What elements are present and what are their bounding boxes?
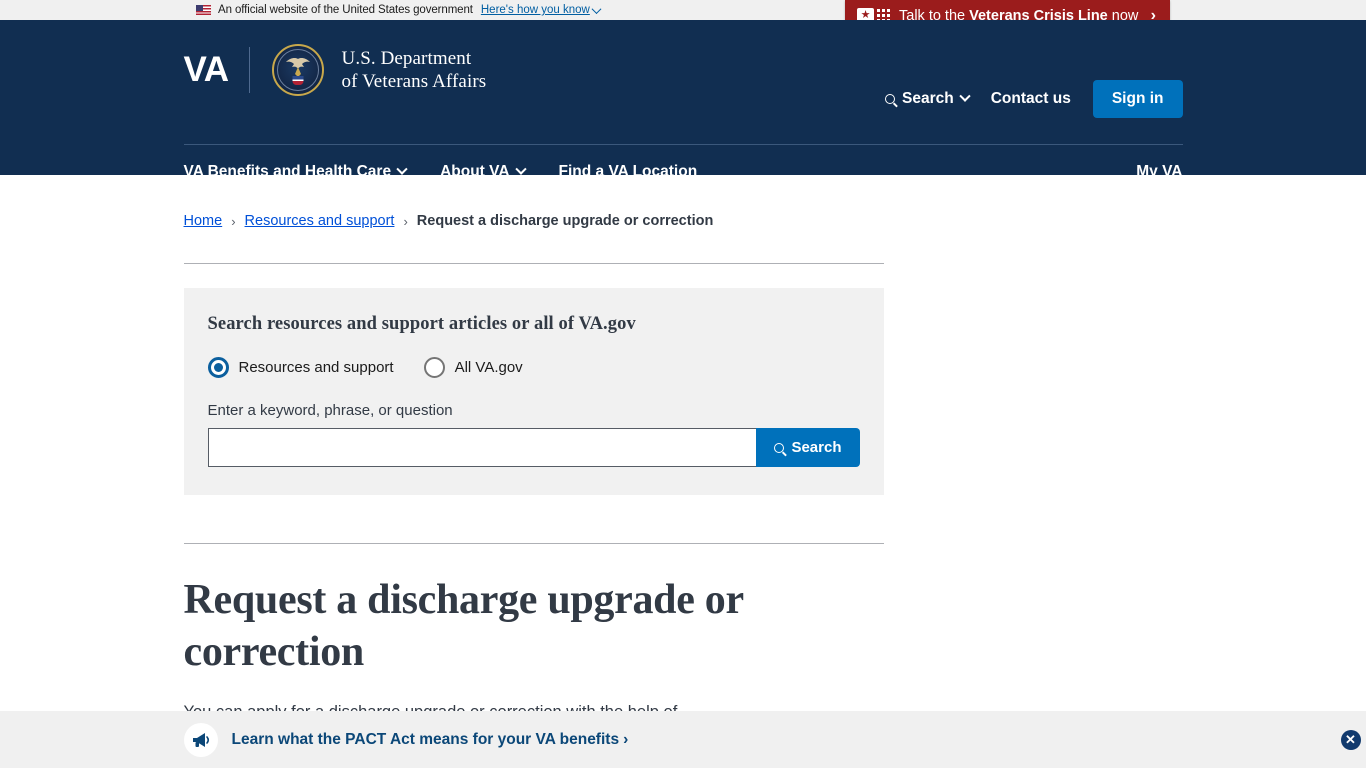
department-line-1: U.S. Department	[341, 47, 472, 69]
breadcrumb-separator: ›	[403, 213, 408, 229]
radio-label: All VA.gov	[454, 359, 523, 376]
radio-all-va-gov[interactable]: All VA.gov	[423, 357, 523, 378]
breadcrumb-separator: ›	[231, 213, 236, 229]
header-search-label: Search	[902, 90, 954, 107]
search-input[interactable]	[207, 428, 757, 467]
us-flag-icon	[196, 5, 211, 15]
chevron-down-icon	[514, 163, 527, 175]
gov-banner-text: An official website of the United States…	[218, 4, 473, 16]
breadcrumb: Home › Resources and support › Request a…	[184, 175, 1185, 229]
radio-resources-and-support[interactable]: Resources and support	[207, 357, 394, 378]
breadcrumb-item-home[interactable]: Home	[184, 213, 223, 229]
search-panel: Search resources and support articles or…	[183, 288, 884, 495]
search-button-label: Search	[791, 439, 842, 456]
chevron-right-icon: ›	[623, 730, 629, 748]
megaphone-icon	[183, 722, 218, 757]
chevron-down-icon	[591, 3, 602, 14]
department-line-2: of Veterans Affairs	[341, 71, 487, 92]
header-search-toggle[interactable]: Search	[885, 90, 971, 108]
header-utility-nav: Search Contact us Sign in	[885, 80, 1183, 118]
search-icon	[774, 442, 785, 453]
site-header: VA U.S. Department of Veterans Affairs S…	[0, 20, 1366, 180]
breadcrumb-current-page: Request a discharge upgrade or correctio…	[416, 213, 714, 229]
search-submit-button[interactable]: Search	[756, 428, 860, 467]
chevron-down-icon	[959, 90, 971, 102]
logo-divider	[248, 47, 250, 93]
radio-indicator-selected	[207, 357, 229, 378]
pact-act-link[interactable]: Learn what the PACT Act means for your V…	[232, 731, 629, 749]
how-you-know-label: Here's how you know	[480, 4, 590, 16]
contact-us-link[interactable]: Contact us	[991, 90, 1071, 108]
search-icon	[885, 94, 896, 104]
search-field-label: Enter a keyword, phrase, or question	[207, 402, 453, 419]
va-wordmark: VA	[183, 50, 230, 89]
content-divider-bottom	[183, 543, 884, 544]
pact-link-label: Learn what the PACT Act means for your V…	[231, 730, 620, 748]
content-divider-top	[183, 263, 884, 264]
chevron-down-icon	[396, 163, 408, 175]
heres-how-you-know-link[interactable]: Here's how you know	[480, 3, 602, 16]
search-scope-radio-group: Resources and support All VA.gov	[207, 357, 860, 378]
sign-in-button[interactable]: Sign in	[1092, 80, 1183, 118]
department-name: U.S. Department of Veterans Affairs	[342, 47, 487, 93]
radio-indicator	[423, 357, 445, 378]
search-panel-heading: Search resources and support articles or…	[207, 314, 636, 334]
search-form: Search	[207, 428, 860, 467]
close-icon[interactable]: ✕	[1340, 729, 1361, 750]
pact-act-banner: Learn what the PACT Act means for your V…	[0, 711, 1366, 768]
va-seal-icon	[271, 44, 324, 96]
page-title: Request a discharge upgrade or correctio…	[183, 577, 744, 676]
va-gov-page: An official website of the United States…	[0, 0, 1366, 768]
breadcrumb-item-resources-and-support[interactable]: Resources and support	[245, 213, 395, 229]
main-content: Home › Resources and support › Request a…	[182, 175, 1185, 726]
radio-label: Resources and support	[238, 359, 394, 376]
